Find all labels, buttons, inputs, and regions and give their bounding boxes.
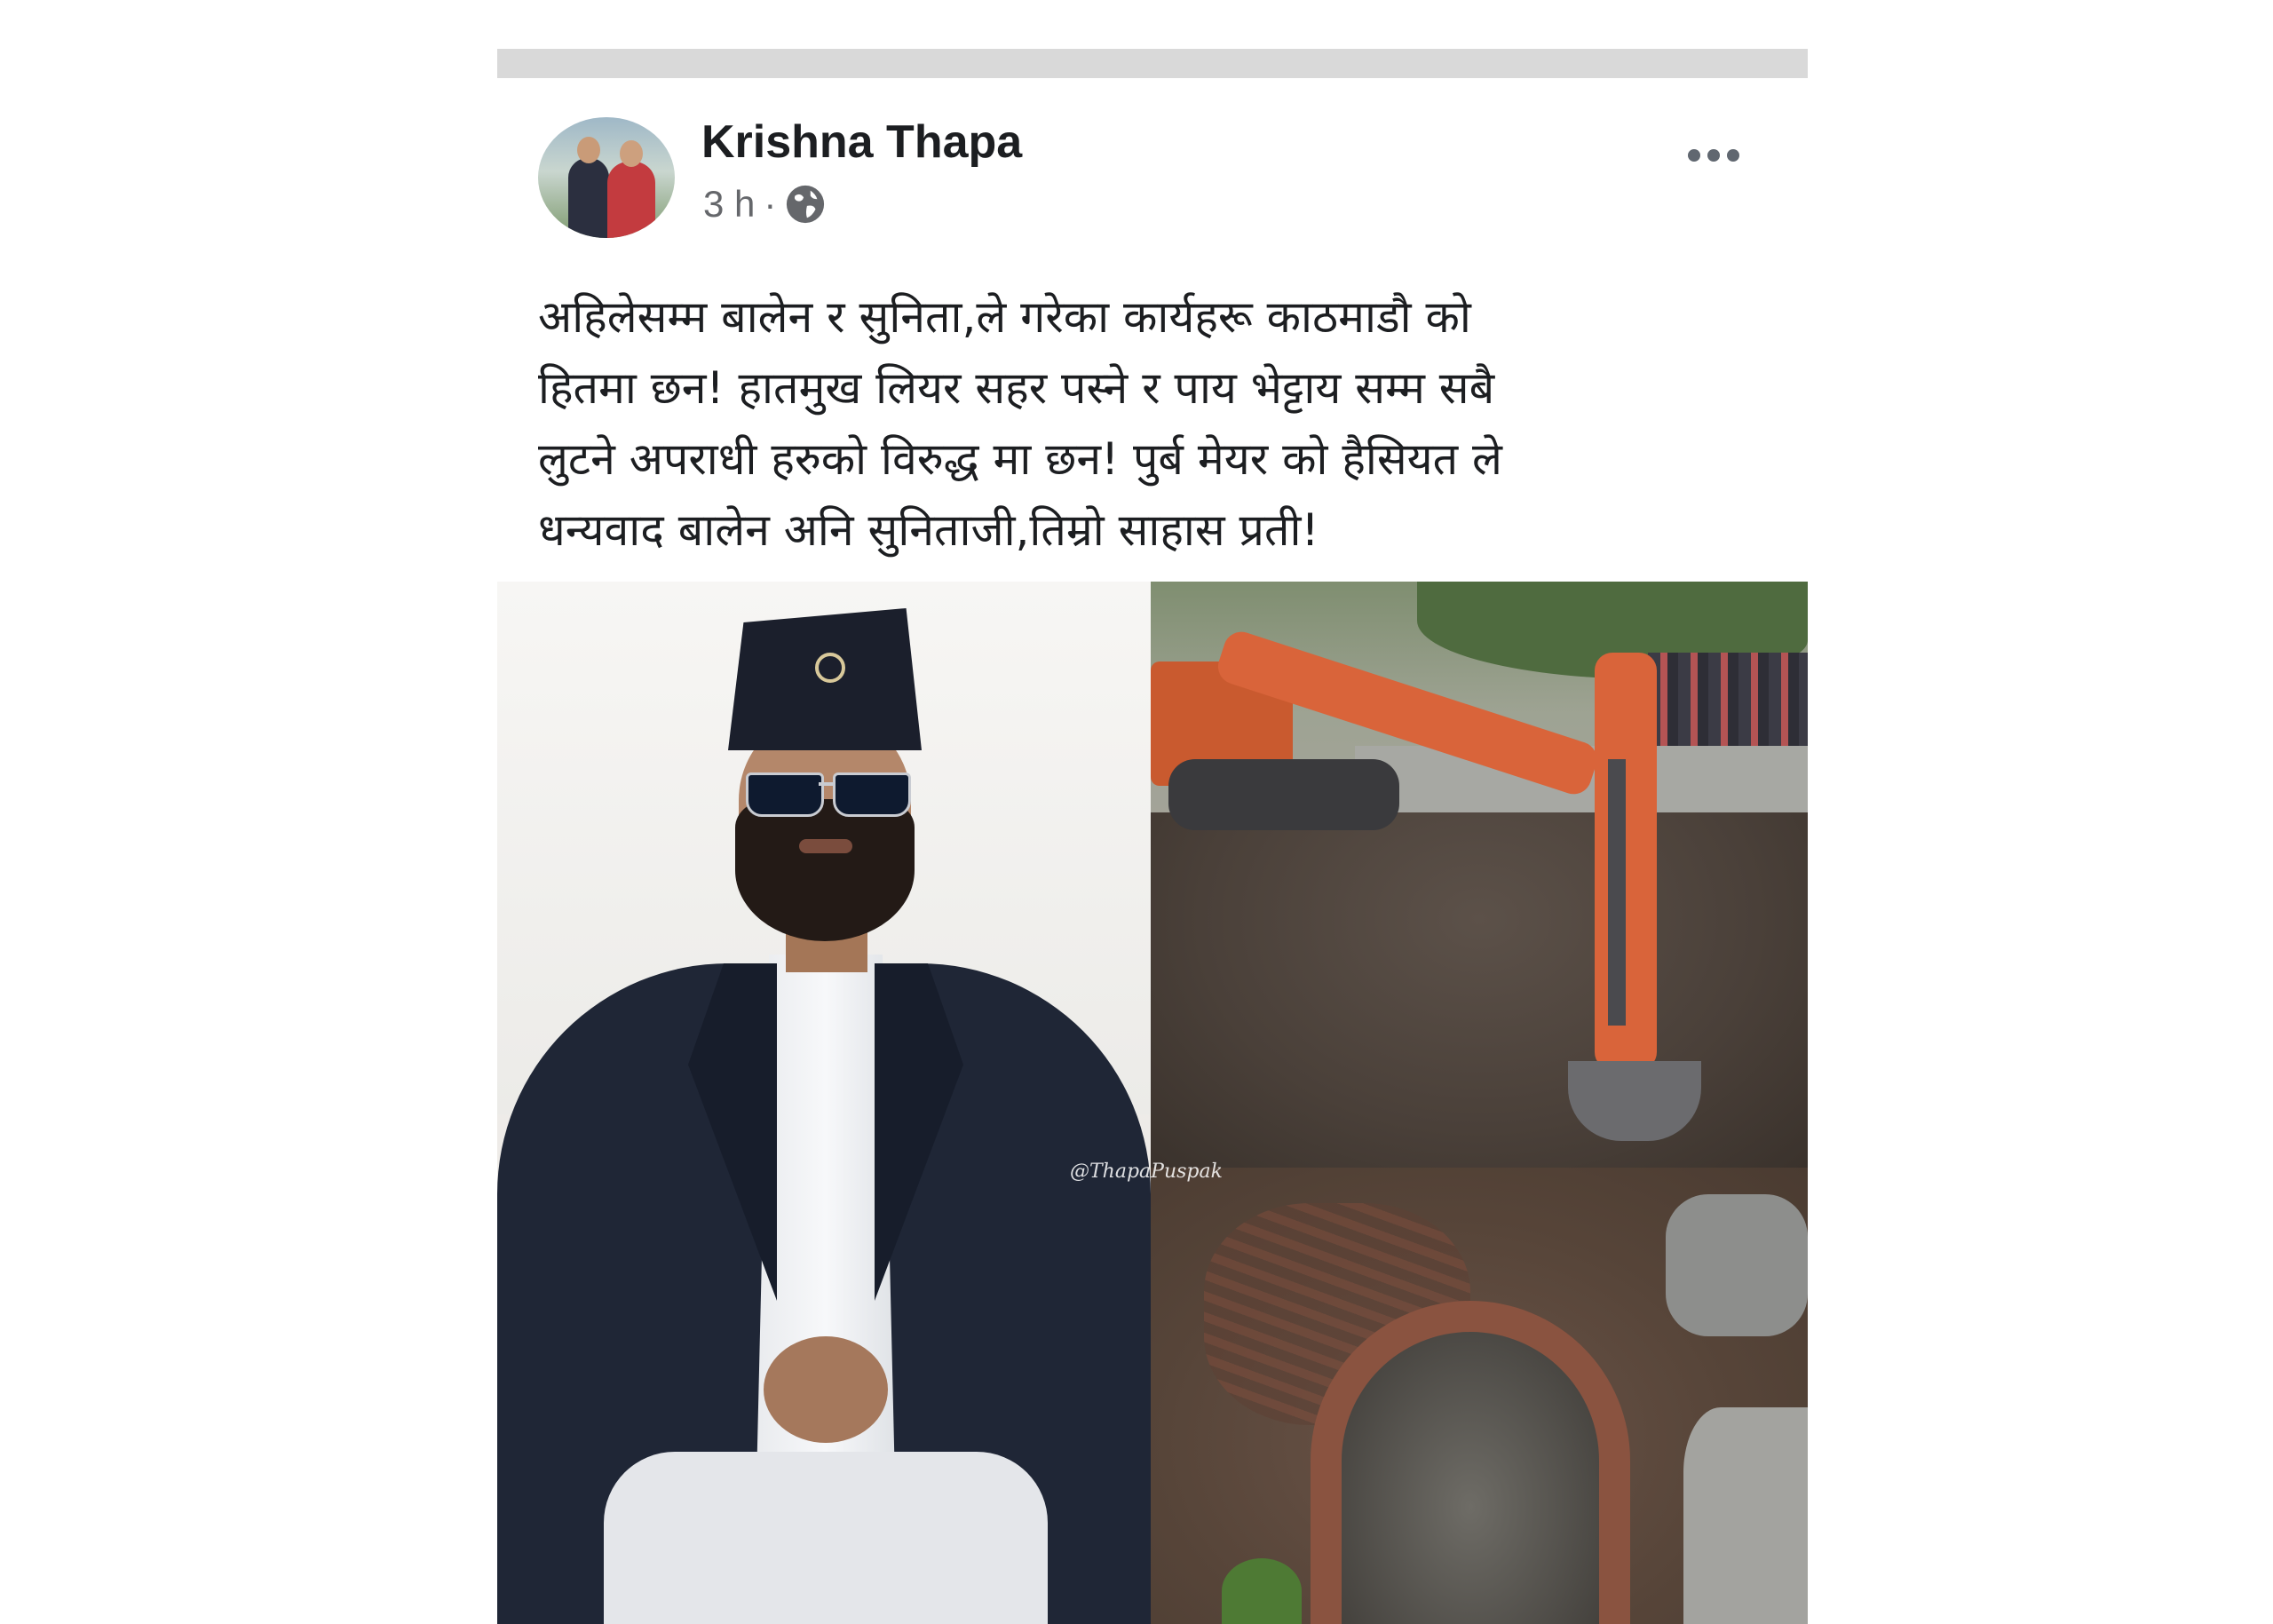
post-text: अहिलेसम्म बालेन र सुनिता,ले गरेका कार्यह… [538,281,1763,566]
post-text-line: लुटने अपराधी हरुको विरुद्ध मा छन! पुर्ब … [538,433,1502,485]
post-text-line: अहिलेसम्म बालेन र सुनिता,ले गरेका कार्यह… [538,291,1471,343]
facebook-post: Krishna Thapa 3 h · अहिलेसम्म बालेन र सु… [497,49,1808,1624]
post-text-line: धन्यवाद बालेन अनि सुनिताजी,तिम्रो साहास … [538,504,1319,556]
author-name[interactable]: Krishna Thapa [701,115,1022,169]
photo-watermark: @ThapaPuspak [1070,1161,1223,1183]
meta-separator: · [764,183,777,225]
post-text-line: हितमा छन! हातमुख लियर सहर पस्ने र पाय भे… [538,362,1495,414]
post-media[interactable]: @ThapaPuspak [497,582,1808,1624]
feed-divider-bar [497,49,1808,78]
more-options-icon[interactable] [1678,138,1749,173]
post-timestamp[interactable]: 3 h [703,183,755,226]
avatar[interactable] [538,117,675,238]
photo-excavation[interactable] [1151,582,1808,1624]
photo-portrait[interactable] [497,582,1151,1624]
post-meta: 3 h · [703,182,826,226]
globe-icon[interactable] [785,184,826,225]
